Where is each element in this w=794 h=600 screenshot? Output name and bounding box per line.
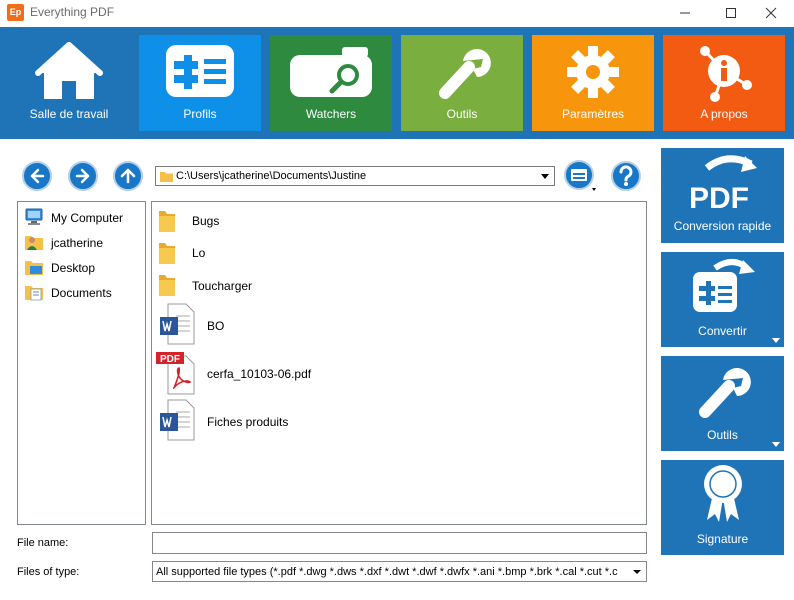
file-item-label: Lo [192, 246, 206, 260]
up-button[interactable] [113, 161, 143, 191]
side-tile-label: Outils [707, 428, 738, 442]
tile-label: Profils [183, 107, 217, 121]
close-icon [765, 7, 777, 19]
word-document-icon [160, 399, 195, 441]
forward-button[interactable] [68, 161, 98, 191]
outils-side-button[interactable]: Outils [661, 356, 784, 451]
pdf-quick-convert-icon: PDF [689, 155, 757, 212]
wrench-icon [699, 368, 751, 418]
close-button[interactable] [748, 0, 794, 26]
arrow-right-icon [75, 168, 90, 184]
file-list[interactable]: Bugs Lo Toucharger BO PDF cerfa_10103-06… [151, 201, 647, 525]
chevron-down-icon [541, 174, 549, 179]
file-type-label: Files of type: [17, 566, 80, 578]
word-document-icon [160, 303, 195, 345]
tree-item-my-computer[interactable]: My Computer [24, 207, 142, 227]
app-logo-icon: Ep [7, 4, 24, 21]
folder-icon [159, 211, 175, 232]
tile-label: Salle de travail [29, 107, 109, 121]
tree-item-documents[interactable]: Documents [24, 282, 142, 302]
file-item-label: Fiches produits [207, 415, 289, 429]
folder-icon [160, 172, 173, 182]
maximize-icon [726, 8, 736, 18]
main-ribbon: Salle de travail Profils Watchers Outils… [0, 27, 794, 139]
tile-salle-de-travail[interactable]: Salle de travail [8, 35, 130, 131]
file-name-input[interactable] [152, 532, 647, 554]
folder-icon [159, 243, 175, 264]
path-text: C:\Users\jcatherine\Documents\Justine [176, 170, 367, 182]
tree-item-jcatherine[interactable]: jcatherine [24, 232, 142, 252]
minimize-button[interactable] [662, 0, 708, 26]
tree-item-label: jcatherine [51, 236, 104, 250]
tile-outils[interactable]: Outils [401, 35, 523, 131]
signature-button[interactable]: Signature [661, 460, 784, 555]
arrow-left-icon [30, 168, 45, 184]
info-icon [700, 46, 752, 102]
side-tile-label: Convertir [698, 324, 747, 338]
user-folder-icon [25, 236, 43, 250]
tile-label: Paramètres [561, 107, 625, 121]
tile-label: Watchers [305, 107, 357, 121]
profiles-icon [166, 45, 234, 97]
window-title: Everything PDF [30, 5, 115, 19]
pdf-icon-text: PDF [689, 182, 749, 212]
file-item-label: Toucharger [192, 279, 253, 293]
back-button[interactable] [22, 161, 52, 191]
minimize-icon [680, 12, 690, 14]
documents-folder-icon [25, 286, 43, 301]
tile-profils[interactable]: Profils [139, 35, 261, 131]
side-tile-label: Signature [696, 532, 749, 546]
arrow-up-icon [120, 168, 136, 184]
watchers-icon [290, 47, 372, 97]
desktop-folder-icon [25, 261, 43, 275]
file-item-label: cerfa_10103-06.pdf [207, 367, 312, 381]
file-item-label: Bugs [192, 214, 220, 228]
help-icon [611, 161, 641, 191]
folder-icon [159, 275, 175, 296]
file-type-dropdown-button[interactable] [628, 562, 646, 581]
folder-view-icon [564, 160, 596, 191]
chevron-down-icon [633, 570, 641, 574]
file-item-label: BO [207, 319, 225, 333]
house-icon [35, 42, 103, 99]
tree-item-desktop[interactable]: Desktop [24, 257, 142, 277]
file-name-label: File name: [17, 537, 69, 549]
tile-watchers[interactable]: Watchers [270, 35, 392, 131]
signature-seal-icon [704, 465, 742, 522]
app-window: Ep Everything PDF Salle de travail Profi… [0, 0, 794, 600]
tree-item-label: My Computer [51, 211, 124, 225]
side-tile-label: Conversion rapide [673, 219, 772, 233]
title-bar: Ep Everything PDF [0, 0, 794, 26]
wrench-icon [439, 49, 491, 99]
tile-parametres[interactable]: Paramètres [532, 35, 654, 131]
folder-tree[interactable]: My Computer jcatherine Desktop Documents [17, 201, 146, 525]
pdf-file-icon: PDF [156, 352, 195, 395]
tile-label: Outils [446, 107, 478, 121]
folder-view-button[interactable] [564, 160, 596, 192]
tile-a-propos[interactable]: A propos [663, 35, 785, 131]
help-button[interactable] [610, 160, 642, 192]
file-type-value: All supported file types (*.pdf *.dwg *.… [156, 566, 618, 578]
computer-icon [25, 208, 43, 225]
tile-label: A propos [700, 107, 748, 121]
file-type-select[interactable]: All supported file types (*.pdf *.dwg *.… [152, 561, 647, 582]
tree-item-label: Documents [51, 286, 112, 300]
path-dropdown-button[interactable] [537, 168, 553, 184]
outils-dropdown-arrow-icon[interactable] [772, 442, 780, 447]
convert-icon [693, 259, 755, 312]
gear-icon [567, 46, 619, 98]
conversion-rapide-button[interactable]: PDF Conversion rapide [661, 148, 784, 243]
convertir-dropdown-arrow-icon[interactable] [772, 338, 780, 343]
pdf-badge: PDF [160, 354, 180, 365]
path-combobox[interactable]: C:\Users\jcatherine\Documents\Justine [155, 166, 555, 186]
tree-item-label: Desktop [51, 261, 96, 275]
convertir-button[interactable]: Convertir [661, 252, 784, 347]
